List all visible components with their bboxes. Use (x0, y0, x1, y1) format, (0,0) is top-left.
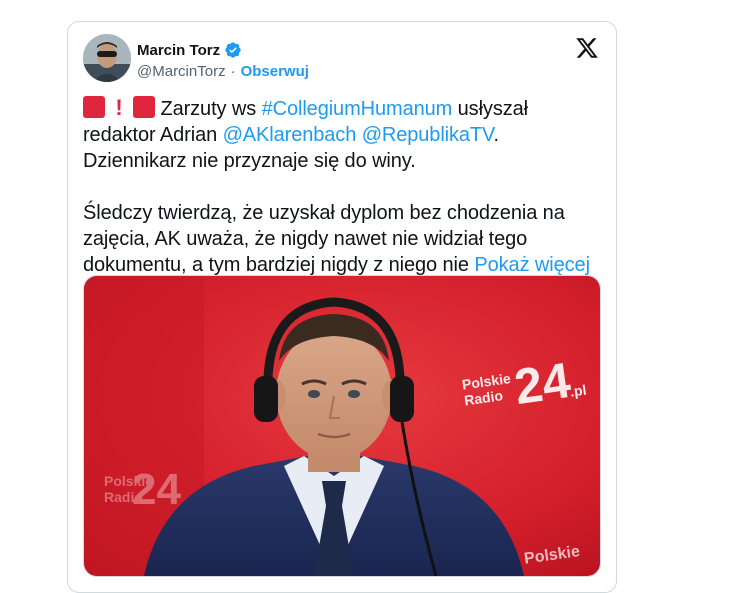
x-logo-icon[interactable] (575, 36, 599, 60)
avatar[interactable] (83, 34, 131, 82)
verified-badge-icon (225, 42, 241, 58)
logo-number-24: 24 (511, 352, 574, 415)
tweet-paragraph-2: Śledczy twierdzą, że uzyskał dyplom bez … (83, 200, 601, 278)
author-name[interactable]: Marcin Torz (137, 42, 220, 59)
mention-link[interactable]: @RepublikaTV (362, 124, 494, 146)
author-name-row: Marcin Torz (137, 41, 242, 59)
tweet-header: Marcin Torz @MarcinTorz · Obserwuj (83, 34, 603, 84)
red-square-emoji-icon (133, 96, 155, 118)
tweet-card[interactable]: Marcin Torz @MarcinTorz · Obserwuj ! Zar… (67, 21, 617, 593)
follow-button[interactable]: Obserwuj (241, 63, 309, 80)
tweet-paragraph-1: ! Zarzuty ws #CollegiumHumanum usłyszał … (83, 95, 601, 174)
logo-suffix-pl: .pl (569, 382, 587, 400)
author-handle-row: @MarcinTorz · Obserwuj (137, 63, 309, 80)
separator-dot: · (230, 63, 236, 80)
red-square-emoji-icon (83, 96, 105, 118)
mention-link[interactable]: @AKlarenbach (223, 124, 357, 146)
author-handle[interactable]: @MarcinTorz (137, 63, 226, 80)
text-segment: Zarzuty ws (155, 98, 262, 120)
tweet-photo[interactable]: Polskie Radio 24 Polskie Radio 24 .pl 24… (83, 275, 601, 577)
exclamation-emoji-icon: ! (115, 95, 123, 120)
avatar-photo (83, 34, 131, 82)
show-more-link[interactable]: Pokaż więcej (474, 254, 590, 276)
studio-photo-image: Polskie Radio 24 Polskie Radio 24 .pl 24… (84, 276, 600, 576)
tweet-text: ! Zarzuty ws #CollegiumHumanum usłyszał … (83, 95, 601, 278)
bg-logo-number: 24 (132, 465, 181, 514)
hashtag-link[interactable]: #CollegiumHumanum (262, 98, 453, 120)
